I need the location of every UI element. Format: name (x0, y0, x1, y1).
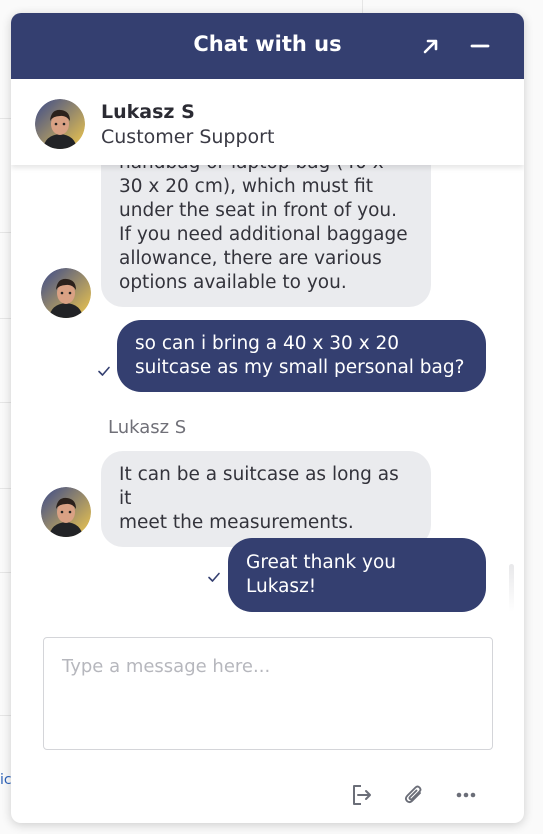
background-link[interactable]: ic (0, 772, 12, 788)
outgoing-message: so can i bring a 40 x 30 x 20 suitcase a… (117, 320, 486, 392)
message-line: Great thank you Lukasz! (246, 552, 397, 597)
arrow-up-right-icon (423, 39, 438, 54)
exit-icon (353, 785, 371, 805)
agent-avatar-icon (35, 99, 85, 149)
chat-header: Chat with us (11, 13, 524, 79)
incoming-message: handbag or laptop bag (40 x 30 x 20 cm),… (101, 165, 431, 307)
outgoing-message: Great thank you Lukasz! (228, 538, 486, 612)
message-line: suitcase as my small personal bag? (135, 357, 465, 378)
message-line: allowance, there are various (119, 248, 382, 269)
sender-name-label: Lukasz S (108, 417, 187, 438)
message-line: handbag or laptop bag (40 x (119, 165, 413, 175)
message-line: so can i bring a 40 x 30 x 20 (135, 333, 400, 354)
check-icon (97, 365, 111, 377)
message-list: handbag or laptop bag (40 x 30 x 20 cm),… (11, 165, 524, 615)
minus-icon (470, 44, 490, 48)
more-dots-icon (456, 792, 476, 798)
message-line: If you need additional baggage (119, 224, 408, 245)
message-line: It can be a suitcase as long as it (119, 464, 399, 509)
chat-widget: Chat with us Lukasz S Customer Support 3… (11, 13, 524, 823)
message-line: 30 x 20 cm), which must fit (119, 176, 374, 197)
agent-info-bar: Lukasz S Customer Support (11, 79, 524, 165)
agent-avatar (41, 487, 91, 537)
background-divider (362, 0, 363, 14)
agent-avatar-icon (41, 487, 91, 537)
message-scrollbar[interactable] (509, 564, 514, 612)
more-options-button[interactable] (453, 782, 479, 808)
agent-name: Lukasz S (101, 101, 195, 123)
message-line: under the seat in front of you. (119, 200, 398, 221)
agent-role: Customer Support (101, 126, 275, 148)
check-icon (207, 571, 221, 583)
chat-title: Chat with us (193, 32, 342, 56)
end-chat-button[interactable] (348, 782, 374, 808)
attach-file-button[interactable] (401, 782, 427, 808)
minimize-button[interactable] (467, 33, 493, 59)
agent-avatar-icon (41, 268, 91, 318)
agent-avatar (35, 99, 85, 149)
incoming-message: It can be a suitcase as long as it meet … (101, 451, 431, 547)
message-input[interactable] (43, 637, 493, 750)
message-line: meet the measurements. (119, 512, 354, 533)
agent-avatar (41, 268, 91, 318)
popout-button[interactable] (418, 33, 444, 59)
message-line: options available to you. (119, 272, 347, 293)
paperclip-icon (404, 785, 422, 804)
